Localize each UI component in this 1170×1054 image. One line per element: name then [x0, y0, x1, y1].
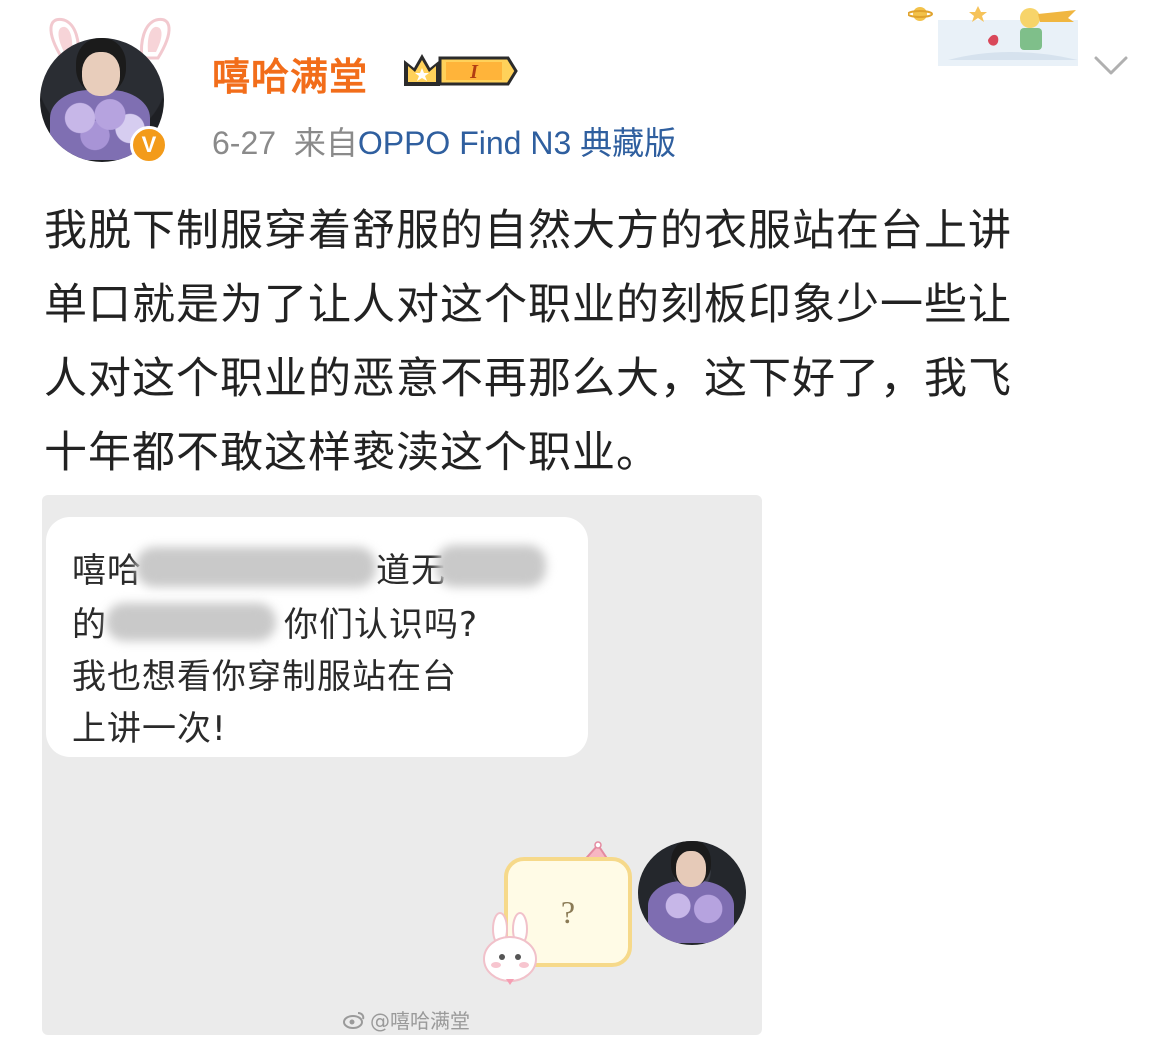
bunny-sticker-icon — [483, 912, 537, 985]
post-line: 单口就是为了让人对这个职业的刻板印象少一些让 — [44, 280, 1012, 330]
message-line: 你们认识吗? — [284, 597, 478, 646]
incoming-message-bubble: 嘻哈 道无 的 你们认识吗? 我也想看你穿制服站在台 上讲一次! — [46, 517, 588, 757]
weibo-watermark: @嘻哈满堂 — [342, 1005, 470, 1034]
message-text: 嘻哈 — [72, 551, 142, 591]
redaction-blur — [136, 547, 376, 587]
post-content: 我脱下制服穿着舒服的自然大方的衣服站在台上讲 单口就是为了让人对这个职业的刻板印… — [44, 194, 1134, 490]
embedded-chat-screenshot[interactable]: 嘻哈 道无 的 你们认识吗? 我也想看你穿制服站在台 上讲一次! ? @嘻哈满堂 — [42, 495, 762, 1035]
message-line: 的 — [72, 597, 107, 646]
watermark-text: @嘻哈满堂 — [370, 1009, 470, 1033]
question-mark: ? — [560, 893, 576, 930]
chevron-down-icon[interactable] — [1092, 52, 1130, 80]
crown-vip-icon[interactable]: I — [400, 48, 518, 94]
little-prince-decoration — [908, 6, 1078, 66]
post-meta: 6-27 来自OPPO Find N3 典藏版 — [212, 118, 676, 164]
redaction-blur — [106, 603, 276, 641]
weibo-logo-icon — [343, 1011, 365, 1029]
sender-avatar — [638, 841, 746, 945]
face-graphic — [82, 52, 120, 96]
message-line: 嘻哈 — [72, 543, 142, 592]
vip-level: I — [469, 61, 479, 83]
face-graphic — [676, 851, 706, 887]
username[interactable]: 嘻哈满堂 — [212, 46, 368, 101]
bouquet-graphic — [648, 881, 734, 943]
post-line: 我脱下制服穿着舒服的自然大方的衣服站在台上讲 — [44, 206, 1012, 256]
redaction-blur — [436, 545, 546, 587]
verified-v-icon: V — [130, 126, 168, 164]
post-line: 十年都不敢这样亵渎这个职业。 — [44, 428, 660, 478]
device-link[interactable]: OPPO Find N3 典藏版 — [358, 125, 676, 161]
source-prefix: 来自 — [293, 125, 358, 161]
message-text: 你们认识吗? — [284, 605, 479, 645]
message-line: 上讲一次! — [72, 709, 227, 749]
post-line: 人对这个职业的恶意不再那么大，这下好了，我飞 — [44, 354, 1012, 404]
post-date: 6-27 — [212, 125, 277, 161]
message-text: 的 — [72, 605, 107, 645]
message-line: 我也想看你穿制服站在台 — [72, 657, 457, 697]
